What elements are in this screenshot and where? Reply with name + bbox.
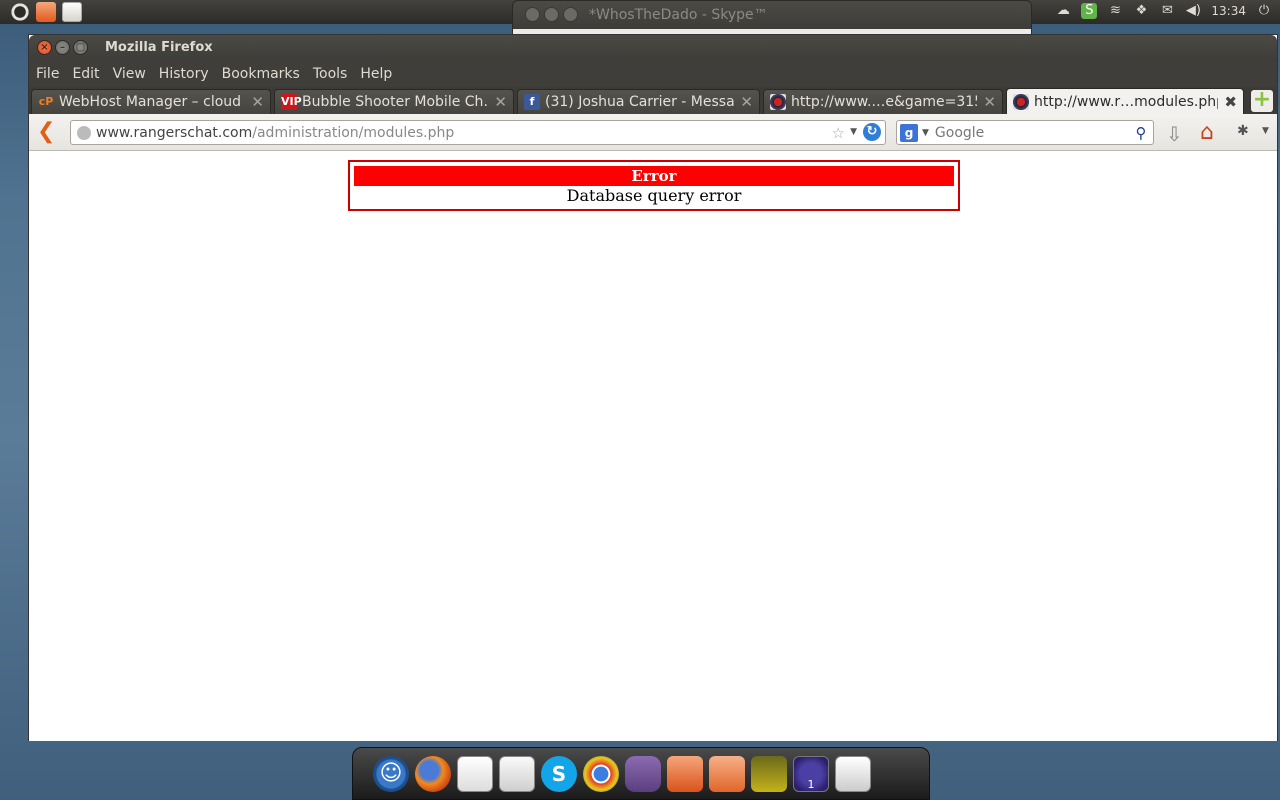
pidgin-icon[interactable] (625, 755, 661, 792)
clock[interactable]: 13:34 (1211, 4, 1246, 18)
skype-window-title: *WhosTheDado - Skype™ (589, 7, 768, 23)
menu-view[interactable]: View (113, 66, 146, 82)
home-folder-icon[interactable] (36, 2, 56, 22)
google-engine-icon[interactable]: g (900, 123, 918, 142)
tab-game[interactable]: http://www.…e&game=3150 ✕ (763, 89, 1003, 114)
search-engine-dropdown-icon[interactable]: ▼ (922, 128, 929, 138)
firefox-icon[interactable] (415, 755, 451, 792)
mail-icon[interactable]: ✉ (1159, 3, 1175, 19)
page-content: Error Database query error (29, 151, 1277, 741)
firefox-titlebar[interactable]: × – □ Mozilla Firefox (29, 35, 1277, 61)
window-switcher-icon[interactable] (835, 755, 871, 792)
extension-icon[interactable]: ✱ (1237, 123, 1249, 139)
accessibility-icon[interactable]: ☺ (373, 755, 409, 792)
downloads-folder-icon[interactable] (709, 755, 745, 792)
site-icon (1013, 93, 1029, 110)
tab-label: (31) Joshua Carrier - Messa… (545, 94, 735, 110)
error-title: Error (354, 166, 954, 186)
menu-bookmarks[interactable]: Bookmarks (222, 66, 300, 82)
close-tab-icon[interactable]: ✕ (494, 93, 507, 111)
url-host: www.rangerschat.com (96, 124, 253, 141)
error-box: Error Database query error (348, 160, 960, 211)
tab-label: Bubble Shooter Mobile Ch… (302, 94, 489, 110)
tab-modules-active[interactable]: http://www.r…modules.php ✖ (1006, 88, 1244, 114)
tab-facebook-messages[interactable]: f (31) Joshua Carrier - Messa… ✕ (517, 89, 760, 114)
vip-icon: VIP (281, 94, 302, 110)
skype-icon[interactable]: S (541, 755, 577, 792)
tab-label: WebHost Manager – cloud (59, 94, 242, 110)
firefox-window: × – □ Mozilla Firefox File Edit View His… (28, 34, 1278, 741)
tab-webhost-manager[interactable]: cP WebHost Manager – cloud ✕ (31, 89, 271, 114)
menu-history[interactable]: History (159, 66, 209, 82)
maximize-window-button[interactable]: □ (73, 40, 88, 55)
search-bar[interactable]: g ▼ Google ⚲ (896, 120, 1154, 145)
site-icon (770, 94, 786, 110)
tab-label: http://www.…e&game=3150 (791, 94, 978, 110)
skype-maximize-button[interactable] (563, 7, 578, 22)
tab-bubble-shooter[interactable]: VIP Bubble Shooter Mobile Ch… ✕ (274, 89, 514, 114)
text-editor-icon[interactable] (499, 755, 535, 792)
skype-minimize-button[interactable] (544, 7, 559, 22)
skype-window[interactable]: *WhosTheDado - Skype™ (512, 0, 1032, 35)
close-tab-icon[interactable]: ✕ (983, 93, 996, 111)
window-title: Mozilla Firefox (105, 40, 213, 55)
bookmark-star-icon[interactable]: ☆ (832, 124, 845, 142)
search-input[interactable]: Google (935, 125, 984, 141)
close-tab-icon[interactable]: ✖ (1224, 93, 1237, 111)
search-icon[interactable]: ⚲ (1132, 124, 1150, 142)
firefox-window-thumbnail-icon[interactable]: 1 (793, 755, 829, 792)
menu-edit[interactable]: Edit (72, 66, 99, 82)
url-path: /administration/modules.php (252, 124, 455, 141)
dropbox-icon[interactable]: ❖ (1133, 3, 1149, 19)
downloads-icon[interactable]: ⇩ (1166, 122, 1183, 146)
url-bar[interactable]: www.rangerschat.com/administration/modul… (70, 120, 886, 145)
menu-tools[interactable]: Tools (313, 66, 348, 82)
home-icon[interactable]: ⌂ (1200, 120, 1214, 145)
skype-tray-icon[interactable]: S (1081, 3, 1098, 19)
volume-icon[interactable]: ◀) (1185, 3, 1201, 19)
dock: ☺ S 1 (352, 747, 930, 800)
menu-help[interactable]: Help (360, 66, 392, 82)
facebook-icon: f (524, 94, 540, 110)
system-tray: ☁ S ≋ ❖ ✉ ◀) 13:34 ⏻ (1055, 3, 1272, 19)
window-controls: × – □ (37, 40, 88, 55)
menubar: File Edit View History Bookmarks Tools H… (29, 61, 1277, 87)
skype-window-buttons (525, 7, 578, 22)
reload-button[interactable]: ↻ (863, 123, 881, 141)
url-history-dropdown-icon[interactable]: ▼ (850, 127, 857, 137)
tab-bar: cP WebHost Manager – cloud ✕ VIP Bubble … (29, 87, 1277, 114)
cloud-icon[interactable]: ☁ (1055, 3, 1071, 19)
game-icon[interactable] (751, 755, 787, 792)
error-message: Database query error (566, 186, 742, 205)
skype-close-button[interactable] (525, 7, 540, 22)
site-identity-icon[interactable] (77, 125, 91, 140)
chevron-down-icon[interactable]: ▼ (1262, 126, 1269, 136)
back-button[interactable]: ❮ (37, 121, 55, 143)
close-window-button[interactable]: × (37, 40, 52, 55)
minimize-window-button[interactable]: – (55, 40, 70, 55)
wifi-icon[interactable]: ≋ (1107, 3, 1123, 19)
documents-icon[interactable] (62, 2, 82, 22)
cpanel-icon: cP (38, 95, 54, 108)
chrome-icon[interactable] (583, 755, 619, 792)
ubuntu-logo-icon[interactable] (10, 2, 30, 22)
close-tab-icon[interactable]: ✕ (251, 93, 264, 111)
tab-label: http://www.r…modules.php (1034, 93, 1219, 110)
close-tab-icon[interactable]: ✕ (740, 93, 753, 111)
panel-launchers (10, 2, 82, 22)
backup-icon[interactable] (667, 755, 703, 792)
navigation-toolbar: ❮ www.rangerschat.com/administration/mod… (29, 114, 1277, 151)
new-tab-button[interactable]: + (1251, 89, 1273, 112)
menu-file[interactable]: File (36, 66, 59, 82)
power-icon[interactable]: ⏻ (1256, 3, 1272, 19)
presentation-icon[interactable] (457, 755, 493, 792)
